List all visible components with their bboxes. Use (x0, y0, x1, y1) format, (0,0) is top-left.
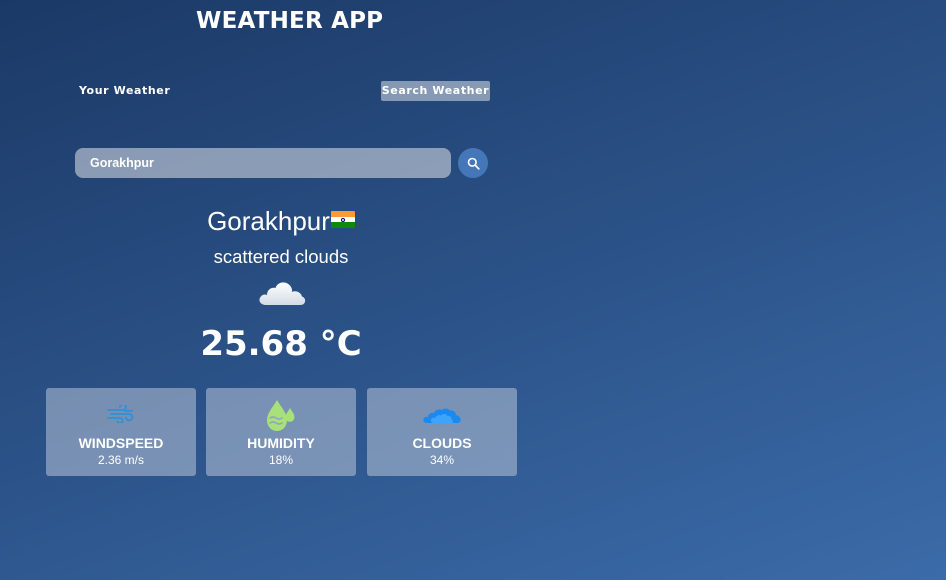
city-name: Gorakhpur (207, 206, 330, 236)
clouds-value: 34% (429, 453, 455, 467)
india-flag-icon (330, 211, 355, 228)
flag-chakra (340, 217, 345, 222)
humidity-icon (267, 400, 295, 431)
search-button[interactable] (458, 148, 488, 178)
humidity-label: HUMIDITY (247, 435, 315, 451)
temperature-value: 25.68 °C (200, 324, 362, 364)
clouds-card: CLOUDS 34% (367, 388, 517, 476)
location-heading: Gorakhpur (0, 206, 562, 237)
cloud-icon (259, 282, 306, 305)
windspeed-label: WINDSPEED (78, 435, 164, 451)
search-icon (467, 157, 480, 170)
humidity-card: HUMIDITY 18% (206, 388, 356, 476)
flag-stripe-green (330, 222, 355, 228)
app-title: WEATHER APP (196, 8, 384, 34)
wind-icon (107, 405, 134, 423)
windspeed-value: 2.36 m/s (97, 453, 145, 467)
tab-your-weather[interactable]: Your Weather (76, 82, 173, 99)
tab-search-weather[interactable]: Search Weather (381, 81, 490, 101)
humidity-value: 18% (268, 453, 294, 467)
weather-description: scattered clouds (213, 246, 349, 267)
clouds-label: CLOUDS (412, 435, 472, 451)
clouds-icon (423, 408, 461, 423)
search-input[interactable] (75, 148, 451, 178)
windspeed-card: WINDSPEED 2.36 m/s (46, 388, 196, 476)
